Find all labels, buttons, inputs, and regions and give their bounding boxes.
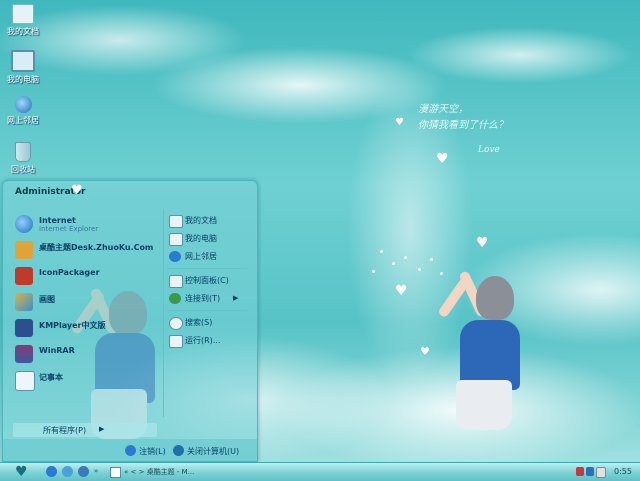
desktop-icon-my-computer[interactable]: 我的电脑 — [0, 50, 46, 85]
desktop-icon-network[interactable]: 网上邻居 — [0, 96, 46, 126]
taskbar-task-button[interactable]: « < > 桌酷主题 - M... — [108, 465, 208, 479]
document-icon — [110, 467, 121, 478]
run-icon — [169, 335, 183, 348]
sparkle — [418, 268, 421, 271]
start-menu-header: Administrator ♥ — [3, 181, 257, 203]
sparkle — [380, 250, 383, 253]
logoff-button[interactable]: 注销(L) — [125, 444, 173, 458]
network-globe-icon — [14, 96, 32, 113]
program-kmplayer[interactable]: KMPlayer中文版 — [9, 317, 159, 339]
start-menu-divider — [163, 209, 164, 417]
sparkle — [372, 270, 375, 273]
folder-icon — [12, 4, 34, 24]
start-menu-footer: 注销(L) 关闭计算机(U) — [3, 439, 257, 461]
program-internet-explorer[interactable]: Internet Internet Explorer — [9, 213, 159, 235]
winrar-icon — [15, 345, 33, 363]
start-menu-places: 我的文档 我的电脑 网上邻居 控制面板(C) 连接到(T) ▶ 搜索(S) 运行… — [165, 211, 251, 421]
logoff-icon — [125, 445, 136, 456]
tray-icon-volume[interactable] — [596, 467, 606, 478]
system-tray: 0:55 — [572, 464, 638, 480]
place-my-documents[interactable]: 我的文档 — [165, 213, 251, 229]
girl-figure — [430, 262, 540, 442]
desktop-icon-recycle-bin[interactable]: 回收站 — [0, 142, 46, 175]
power-icon — [173, 445, 184, 456]
separator — [167, 268, 247, 269]
start-menu-programs: Internet Internet Explorer 桌酷主题Desk.Zhuo… — [9, 209, 159, 421]
wallpaper-text-love: Love — [478, 145, 500, 155]
program-winrar[interactable]: WinRAR — [9, 343, 159, 365]
tray-icon-network[interactable] — [586, 467, 594, 476]
internet-explorer-icon — [15, 215, 33, 233]
heart-icon: ♥ — [71, 183, 83, 198]
folder-icon — [169, 215, 183, 228]
submenu-arrow-icon: ▶ — [99, 425, 105, 433]
heart-icon: ♥ — [436, 151, 449, 167]
place-network[interactable]: 网上邻居 — [165, 249, 251, 265]
separator — [167, 310, 247, 311]
all-programs-button[interactable]: 所有程序(P) ▶ — [13, 423, 157, 437]
program-iconpackager[interactable]: IconPackager — [9, 265, 159, 287]
heart-icon: ♥ — [395, 283, 408, 299]
quick-launch-media-icon[interactable] — [78, 466, 89, 477]
network-globe-icon — [169, 251, 181, 262]
place-run[interactable]: 运行(R)... — [165, 333, 251, 349]
start-button[interactable]: ♥ — [8, 464, 38, 480]
program-zhuoku-theme[interactable]: 桌酷主题Desk.ZhuoKu.Com — [9, 239, 159, 261]
place-my-computer[interactable]: 我的电脑 — [165, 231, 251, 247]
wallpaper-text-line2: 你猜我看到了什么？ — [418, 120, 508, 131]
computer-icon — [11, 50, 35, 72]
heart-icon: ♥ — [395, 117, 404, 128]
heart-icon: ♥ — [476, 235, 489, 251]
program-notepad[interactable]: 记事本 — [9, 369, 159, 391]
iconpackager-icon — [15, 267, 33, 285]
start-menu: Administrator ♥ Internet Internet Explor… — [2, 180, 258, 462]
control-panel-icon — [169, 275, 183, 288]
chevron-right-icon[interactable]: » — [94, 467, 98, 475]
sparkle — [392, 262, 395, 265]
kmplayer-icon — [15, 319, 33, 337]
search-icon — [169, 317, 183, 330]
quick-launch-ie-icon[interactable] — [46, 466, 57, 477]
wallpaper-text-line1: 漫游天空， — [418, 104, 468, 115]
connect-to-icon — [169, 293, 181, 304]
submenu-arrow-icon: ▶ — [233, 294, 239, 302]
notepad-icon — [15, 371, 35, 391]
program-paint[interactable]: 画图 — [9, 291, 159, 313]
zhuoku-theme-icon — [15, 241, 33, 259]
place-search[interactable]: 搜索(S) — [165, 315, 251, 331]
sparkle — [430, 258, 433, 261]
place-connect-to[interactable]: 连接到(T) ▶ — [165, 291, 251, 307]
heart-icon: ♥ — [15, 464, 28, 480]
place-control-panel[interactable]: 控制面板(C) — [165, 273, 251, 289]
tray-icon-red[interactable] — [576, 467, 584, 476]
quick-launch-browser-icon[interactable] — [62, 466, 73, 477]
desktop-icon-my-documents[interactable]: 我的文档 — [0, 4, 46, 37]
shutdown-button[interactable]: 关闭计算机(U) — [173, 444, 253, 458]
paint-icon — [15, 293, 33, 311]
recycle-bin-icon — [15, 142, 31, 162]
clock: 0:55 — [614, 467, 632, 476]
computer-icon — [169, 233, 183, 246]
sparkle — [404, 256, 407, 259]
heart-icon: ♥ — [420, 345, 430, 358]
taskbar: ♥ » « < > 桌酷主题 - M... 0:55 — [0, 462, 640, 481]
